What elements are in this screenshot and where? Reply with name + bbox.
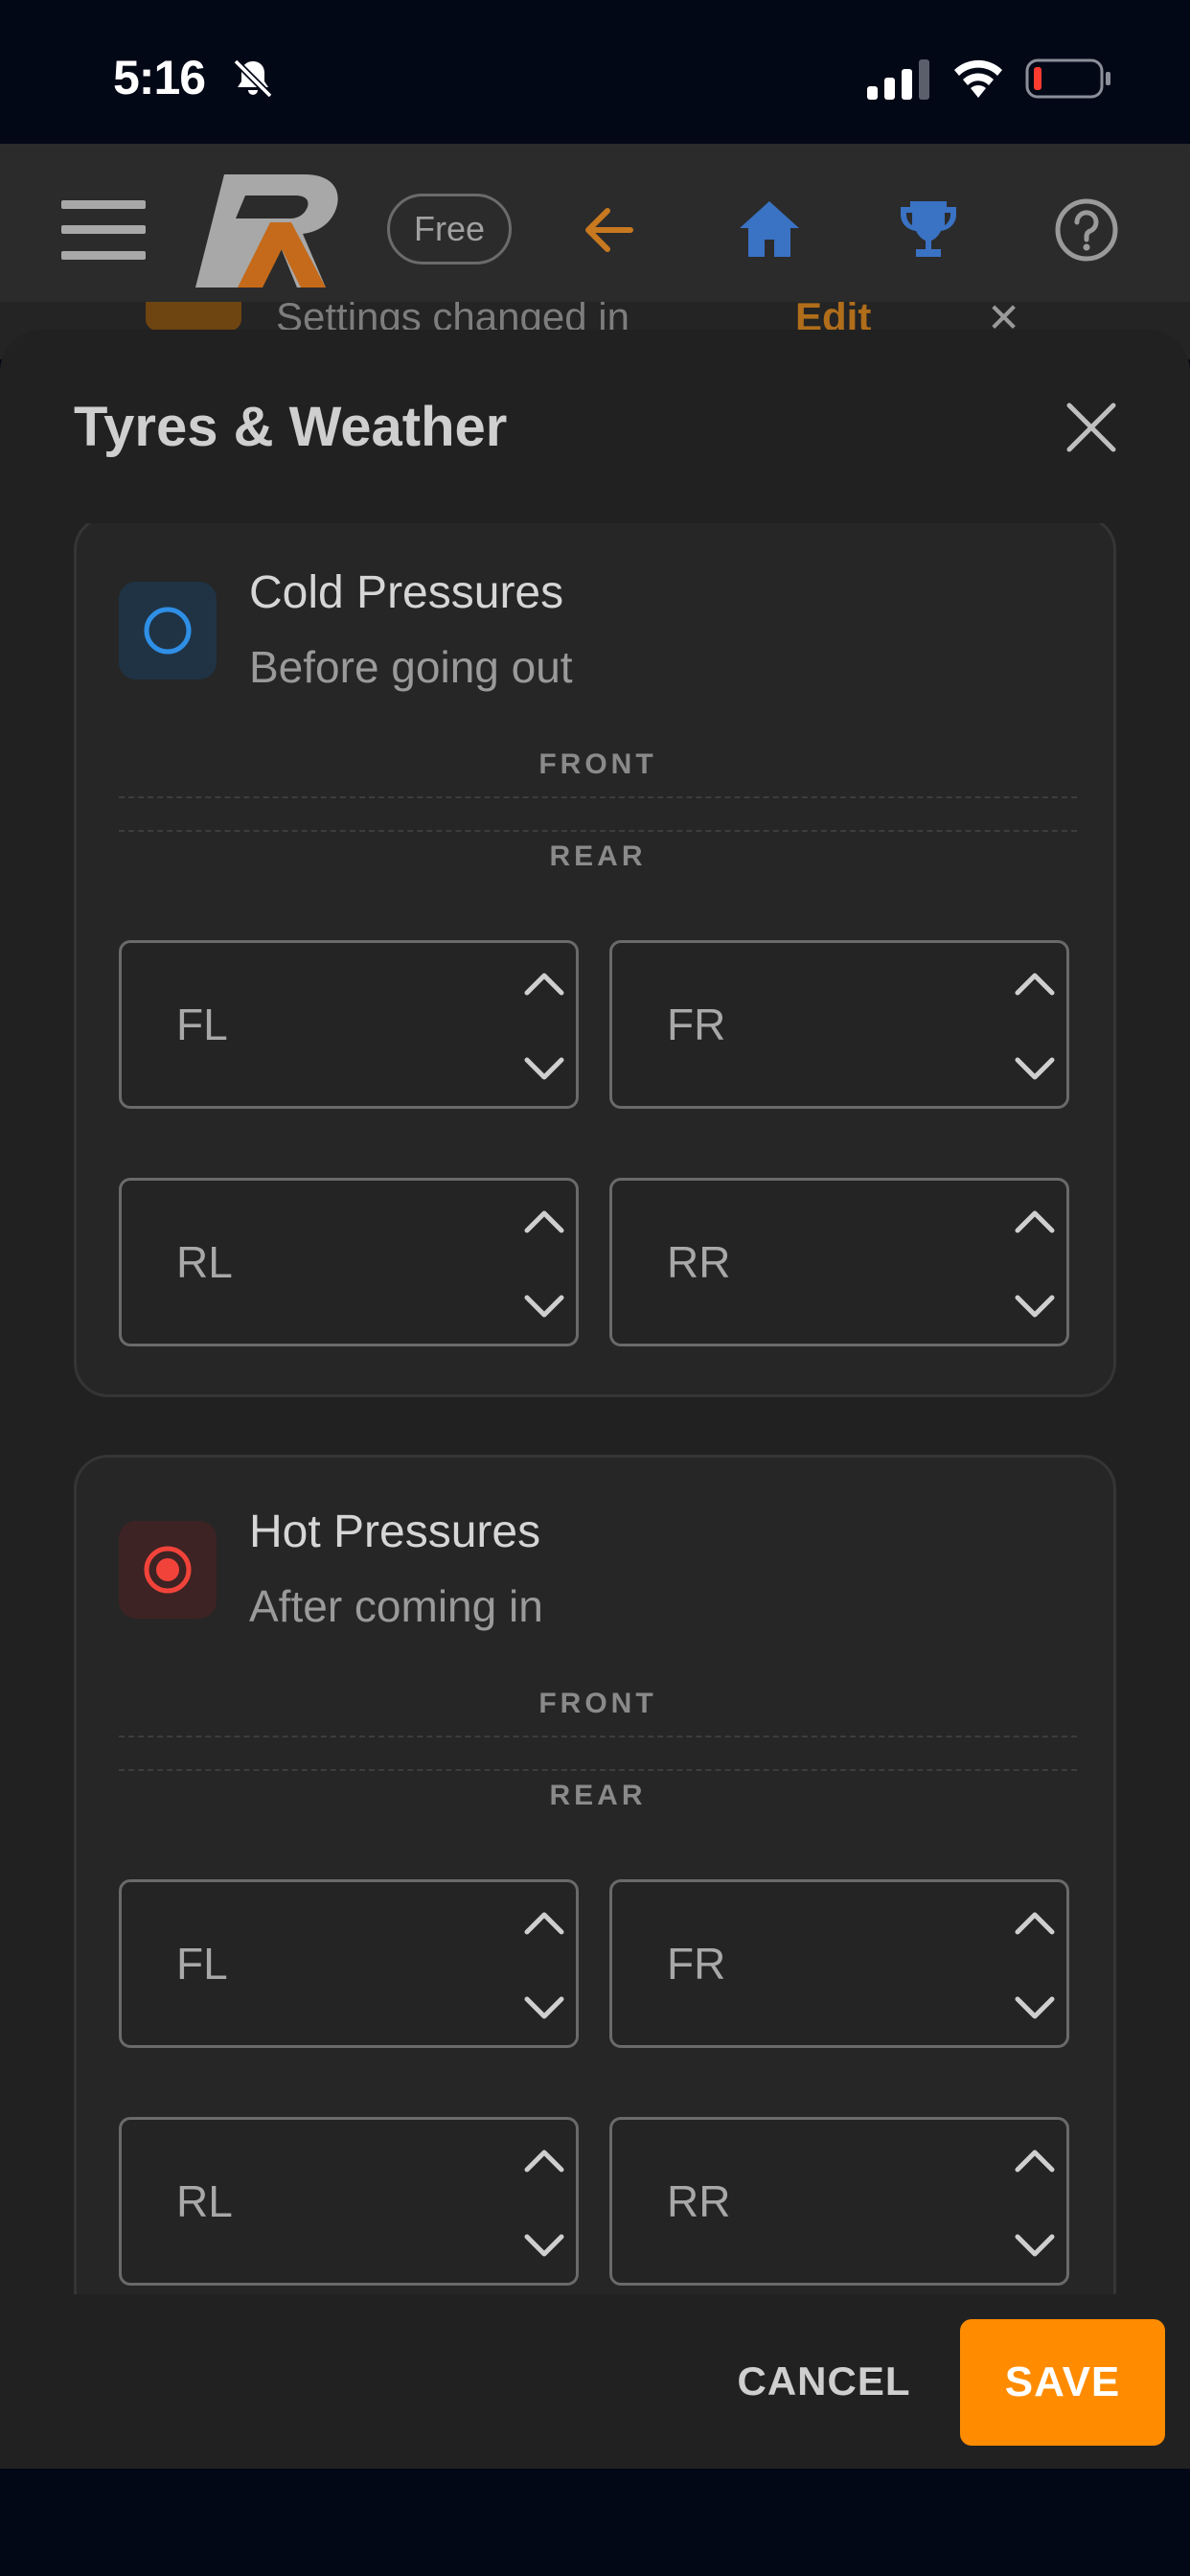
cellular-signal-icon: [867, 59, 929, 100]
cold-fr-stepper[interactable]: [609, 940, 1069, 1109]
chevron-up-icon[interactable]: [522, 970, 566, 999]
chevron-down-icon[interactable]: [522, 1292, 566, 1321]
hot-card-subtitle: After coming in: [249, 1581, 543, 1631]
cold-pressures-card: Cold Pressures Before going out FRONT RE…: [74, 523, 1116, 1397]
hot-card-title: Hot Pressures: [249, 1506, 541, 1557]
hot-rr-input[interactable]: [667, 2175, 954, 2227]
chevron-up-icon[interactable]: [522, 1208, 566, 1236]
cold-fr-input[interactable]: [667, 999, 954, 1050]
app-header: Free: [0, 144, 1190, 316]
chevron-up-icon[interactable]: [522, 1909, 566, 1938]
cold-card-subtitle: Before going out: [249, 642, 573, 692]
back-arrow-icon[interactable]: [581, 201, 638, 259]
cold-rear-divider: [119, 830, 1077, 832]
trophy-icon[interactable]: [897, 197, 960, 261]
chevron-down-icon[interactable]: [1013, 1993, 1057, 2022]
hot-front-divider: [119, 1736, 1077, 1737]
hot-fr-input[interactable]: [667, 1938, 954, 1990]
hot-fl-input[interactable]: [176, 1938, 464, 1990]
menu-icon[interactable]: [61, 198, 146, 262]
help-icon[interactable]: [1054, 197, 1119, 263]
cold-rear-label: REAR: [549, 840, 647, 872]
status-bar: 5:16: [0, 0, 1190, 144]
bottom-safe-area: [0, 2469, 1190, 2576]
battery-low-icon: [1025, 58, 1110, 99]
chevron-up-icon[interactable]: [1013, 1208, 1057, 1236]
app-root: 5:16 Free Settings changed in Edit ✕ Tyr…: [0, 0, 1190, 2576]
bell-slash-icon: [233, 58, 273, 99]
hot-fr-stepper[interactable]: [609, 1879, 1069, 2048]
chevron-down-icon[interactable]: [522, 2231, 566, 2260]
cold-rl-input[interactable]: [176, 1236, 464, 1288]
chevron-up-icon[interactable]: [522, 2147, 566, 2175]
cold-icon-box: [119, 582, 217, 679]
cold-front-label: FRONT: [538, 748, 657, 780]
tyres-weather-dialog: Tyres & Weather Cold Pressures Before go…: [0, 330, 1190, 2469]
cold-card-title: Cold Pressures: [249, 567, 564, 618]
chevron-up-icon[interactable]: [1013, 970, 1057, 999]
cold-fl-input[interactable]: [176, 999, 464, 1050]
hot-rear-divider: [119, 1769, 1077, 1771]
dialog-scroll-area[interactable]: Cold Pressures Before going out FRONT RE…: [0, 523, 1190, 2294]
chevron-down-icon[interactable]: [522, 1993, 566, 2022]
radio-filled-icon: [144, 1546, 192, 1594]
close-icon[interactable]: [1064, 400, 1119, 455]
chevron-down-icon[interactable]: [1013, 1292, 1057, 1321]
hot-icon-box: [119, 1521, 217, 1619]
logo[interactable]: [190, 171, 349, 291]
wifi-icon: [954, 59, 1002, 98]
cold-rr-input[interactable]: [667, 1236, 954, 1288]
hot-rr-stepper[interactable]: [609, 2117, 1069, 2286]
hot-rl-input[interactable]: [176, 2175, 464, 2227]
cancel-button[interactable]: CANCEL: [717, 2329, 931, 2434]
notice-icon: [146, 302, 241, 331]
cold-front-divider: [119, 796, 1077, 798]
hot-fl-stepper[interactable]: [119, 1879, 579, 2048]
hot-front-label: FRONT: [538, 1688, 657, 1719]
dialog-actions: CANCEL SAVE: [0, 2294, 1190, 2469]
chevron-down-icon[interactable]: [1013, 1054, 1057, 1083]
chevron-down-icon[interactable]: [522, 1054, 566, 1083]
cold-fl-stepper[interactable]: [119, 940, 579, 1109]
cold-rl-stepper[interactable]: [119, 1178, 579, 1346]
chevron-up-icon[interactable]: [1013, 2147, 1057, 2175]
hot-pressures-card: Hot Pressures After coming in FRONT REAR: [74, 1455, 1116, 2294]
chevron-down-icon[interactable]: [1013, 2231, 1057, 2260]
home-icon[interactable]: [738, 197, 801, 261]
save-button[interactable]: SAVE: [960, 2319, 1165, 2446]
status-time: 5:16: [113, 51, 206, 104]
circle-outline-icon: [144, 607, 192, 655]
cold-rr-stepper[interactable]: [609, 1178, 1069, 1346]
dialog-title: Tyres & Weather: [74, 396, 508, 458]
hot-rl-stepper[interactable]: [119, 2117, 579, 2286]
free-badge[interactable]: Free: [387, 194, 512, 264]
hot-rear-label: REAR: [549, 1780, 647, 1811]
chevron-up-icon[interactable]: [1013, 1909, 1057, 1938]
